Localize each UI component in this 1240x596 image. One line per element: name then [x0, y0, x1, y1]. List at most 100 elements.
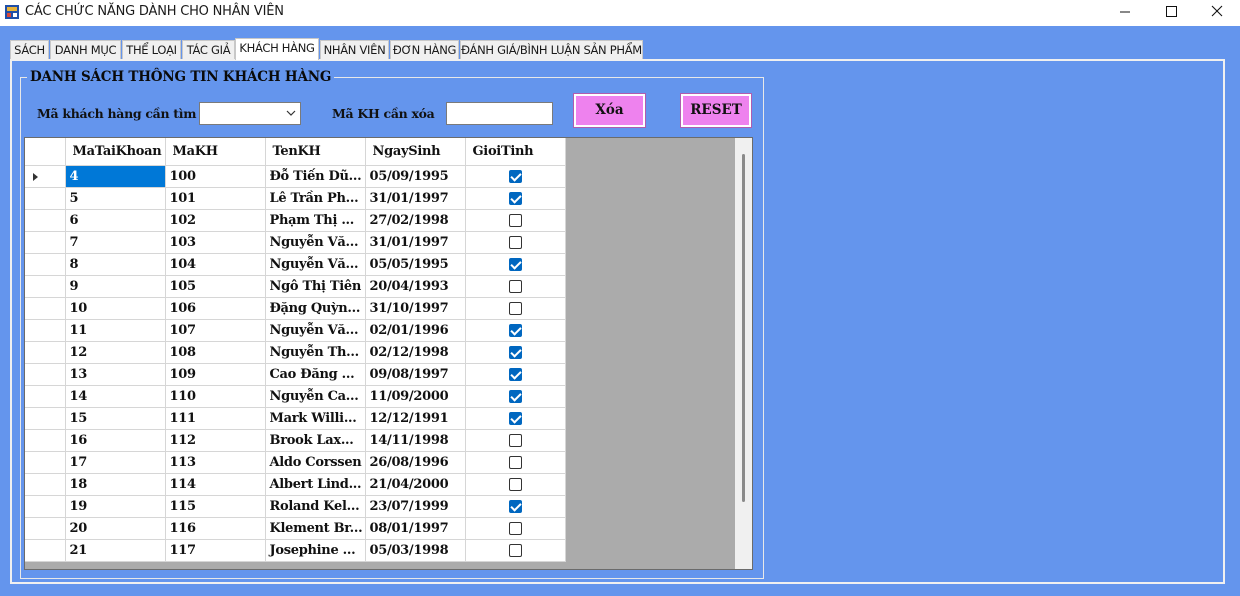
cell-gioitinh[interactable]: [465, 385, 566, 408]
cell-ngaysinh[interactable]: 14/11/1998: [365, 429, 466, 452]
col-header-tenkh[interactable]: TenKH: [265, 138, 366, 166]
table-row[interactable]: 17 113 Aldo Corssen 26/08/1996: [25, 451, 566, 474]
cell-ngaysinh[interactable]: 23/07/1999: [365, 495, 466, 518]
row-header[interactable]: [25, 517, 66, 540]
table-row[interactable]: 12 108 Nguyễn Th... 02/12/1998: [25, 341, 566, 364]
cell-mataikhoan[interactable]: 10: [65, 297, 166, 320]
cell-ngaysinh[interactable]: 31/01/1997: [365, 231, 466, 254]
cell-makh[interactable]: 113: [165, 451, 266, 474]
cell-gioitinh[interactable]: [465, 495, 566, 518]
cell-makh[interactable]: 102: [165, 209, 266, 232]
col-header-mataikhoan[interactable]: MaTaiKhoan: [65, 138, 166, 166]
row-header[interactable]: [25, 209, 66, 232]
vertical-scrollbar[interactable]: [735, 138, 752, 569]
cell-ngaysinh[interactable]: 27/02/1998: [365, 209, 466, 232]
cell-makh[interactable]: 111: [165, 407, 266, 430]
tab-sach[interactable]: SÁCH: [10, 40, 49, 59]
cell-makh[interactable]: 106: [165, 297, 266, 320]
gender-checkbox[interactable]: [508, 257, 522, 271]
cell-tenkh[interactable]: Nguyễn Th...: [265, 341, 366, 364]
cell-tenkh[interactable]: Đỗ Tiến Dũ...: [265, 165, 366, 188]
cell-mataikhoan[interactable]: 20: [65, 517, 166, 540]
cell-gioitinh[interactable]: [465, 275, 566, 298]
table-row[interactable]: 10 106 Đặng Quỳn... 31/10/1997: [25, 297, 566, 320]
table-row[interactable]: 20 116 Klement Br... 08/01/1997: [25, 517, 566, 540]
row-header[interactable]: [25, 363, 66, 386]
cell-mataikhoan[interactable]: 13: [65, 363, 166, 386]
cell-mataikhoan[interactable]: 19: [65, 495, 166, 518]
cell-tenkh[interactable]: Josephine ...: [265, 539, 366, 562]
cell-ngaysinh[interactable]: 26/08/1996: [365, 451, 466, 474]
row-header[interactable]: [25, 495, 66, 518]
cell-gioitinh[interactable]: [465, 165, 566, 188]
cell-makh[interactable]: 101: [165, 187, 266, 210]
customer-datagrid[interactable]: MaTaiKhoan MaKH TenKH NgaySinh GioiTinh …: [24, 137, 753, 570]
cell-makh[interactable]: 114: [165, 473, 266, 496]
cell-ngaysinh[interactable]: 12/12/1991: [365, 407, 466, 430]
close-button[interactable]: [1194, 0, 1240, 26]
tab-the-loai[interactable]: THỂ LOẠI: [122, 40, 181, 59]
row-header[interactable]: [25, 187, 66, 210]
row-header[interactable]: [25, 319, 66, 342]
row-header[interactable]: [25, 429, 66, 452]
cell-tenkh[interactable]: Nguyễn Vă...: [265, 253, 366, 276]
table-row[interactable]: 21 117 Josephine ... 05/03/1998: [25, 539, 566, 562]
cell-makh[interactable]: 109: [165, 363, 266, 386]
cell-mataikhoan[interactable]: 14: [65, 385, 166, 408]
gender-checkbox[interactable]: [508, 389, 522, 403]
table-row[interactable]: 7 103 Nguyễn Vă... 31/01/1997: [25, 231, 566, 254]
cell-mataikhoan[interactable]: 11: [65, 319, 166, 342]
gender-checkbox[interactable]: [508, 169, 522, 183]
col-header-makh[interactable]: MaKH: [165, 138, 266, 166]
cell-tenkh[interactable]: Roland Kel...: [265, 495, 366, 518]
cell-gioitinh[interactable]: [465, 407, 566, 430]
table-row[interactable]: 4 100 Đỗ Tiến Dũ... 05/09/1995: [25, 165, 566, 188]
cell-ngaysinh[interactable]: 05/05/1995: [365, 253, 466, 276]
row-header[interactable]: [25, 275, 66, 298]
cell-makh[interactable]: 108: [165, 341, 266, 364]
col-header-gioitinh[interactable]: GioiTinh: [465, 138, 566, 166]
cell-gioitinh[interactable]: [465, 209, 566, 232]
cell-makh[interactable]: 107: [165, 319, 266, 342]
cell-ngaysinh[interactable]: 11/09/2000: [365, 385, 466, 408]
cell-mataikhoan[interactable]: 15: [65, 407, 166, 430]
cell-tenkh[interactable]: Đặng Quỳn...: [265, 297, 366, 320]
cell-tenkh[interactable]: Klement Br...: [265, 517, 366, 540]
cell-ngaysinh[interactable]: 08/01/1997: [365, 517, 466, 540]
table-row[interactable]: 9 105 Ngô Thị Tiên 20/04/1993: [25, 275, 566, 298]
tab-danh-gia[interactable]: ĐÁNH GIÁ/BÌNH LUẬN SẢN PHẨM: [460, 40, 643, 59]
row-header[interactable]: [25, 231, 66, 254]
cell-ngaysinh[interactable]: 20/04/1993: [365, 275, 466, 298]
cell-tenkh[interactable]: Nguyễn Vă...: [265, 231, 366, 254]
cell-tenkh[interactable]: Phạm Thị ...: [265, 209, 366, 232]
gender-checkbox[interactable]: [508, 213, 522, 227]
table-row[interactable]: 19 115 Roland Kel... 23/07/1999: [25, 495, 566, 518]
gender-checkbox[interactable]: [508, 345, 522, 359]
gender-checkbox[interactable]: [508, 279, 522, 293]
tab-danh-muc[interactable]: DANH MỤC: [50, 40, 121, 59]
cell-tenkh[interactable]: Brook Lax...: [265, 429, 366, 452]
cell-ngaysinh[interactable]: 31/10/1997: [365, 297, 466, 320]
cell-tenkh[interactable]: Albert Lind...: [265, 473, 366, 496]
cell-gioitinh[interactable]: [465, 341, 566, 364]
tab-nhan-vien[interactable]: NHÂN VIÊN: [320, 40, 389, 59]
cell-gioitinh[interactable]: [465, 363, 566, 386]
row-header[interactable]: [25, 341, 66, 364]
cell-mataikhoan[interactable]: 17: [65, 451, 166, 474]
cell-gioitinh[interactable]: [465, 429, 566, 452]
col-header-ngaysinh[interactable]: NgaySinh: [365, 138, 466, 166]
cell-gioitinh[interactable]: [465, 451, 566, 474]
row-header[interactable]: [25, 385, 66, 408]
gender-checkbox[interactable]: [508, 543, 522, 557]
delete-button[interactable]: Xóa: [574, 94, 645, 127]
scrollbar-thumb[interactable]: [742, 154, 745, 502]
table-row[interactable]: 16 112 Brook Lax... 14/11/1998: [25, 429, 566, 452]
cell-makh[interactable]: 100: [165, 165, 266, 188]
table-row[interactable]: 18 114 Albert Lind... 21/04/2000: [25, 473, 566, 496]
cell-ngaysinh[interactable]: 21/04/2000: [365, 473, 466, 496]
cell-ngaysinh[interactable]: 02/12/1998: [365, 341, 466, 364]
cell-tenkh[interactable]: Mark Willi...: [265, 407, 366, 430]
cell-ngaysinh[interactable]: 05/09/1995: [365, 165, 466, 188]
cell-mataikhoan[interactable]: 6: [65, 209, 166, 232]
cell-gioitinh[interactable]: [465, 319, 566, 342]
